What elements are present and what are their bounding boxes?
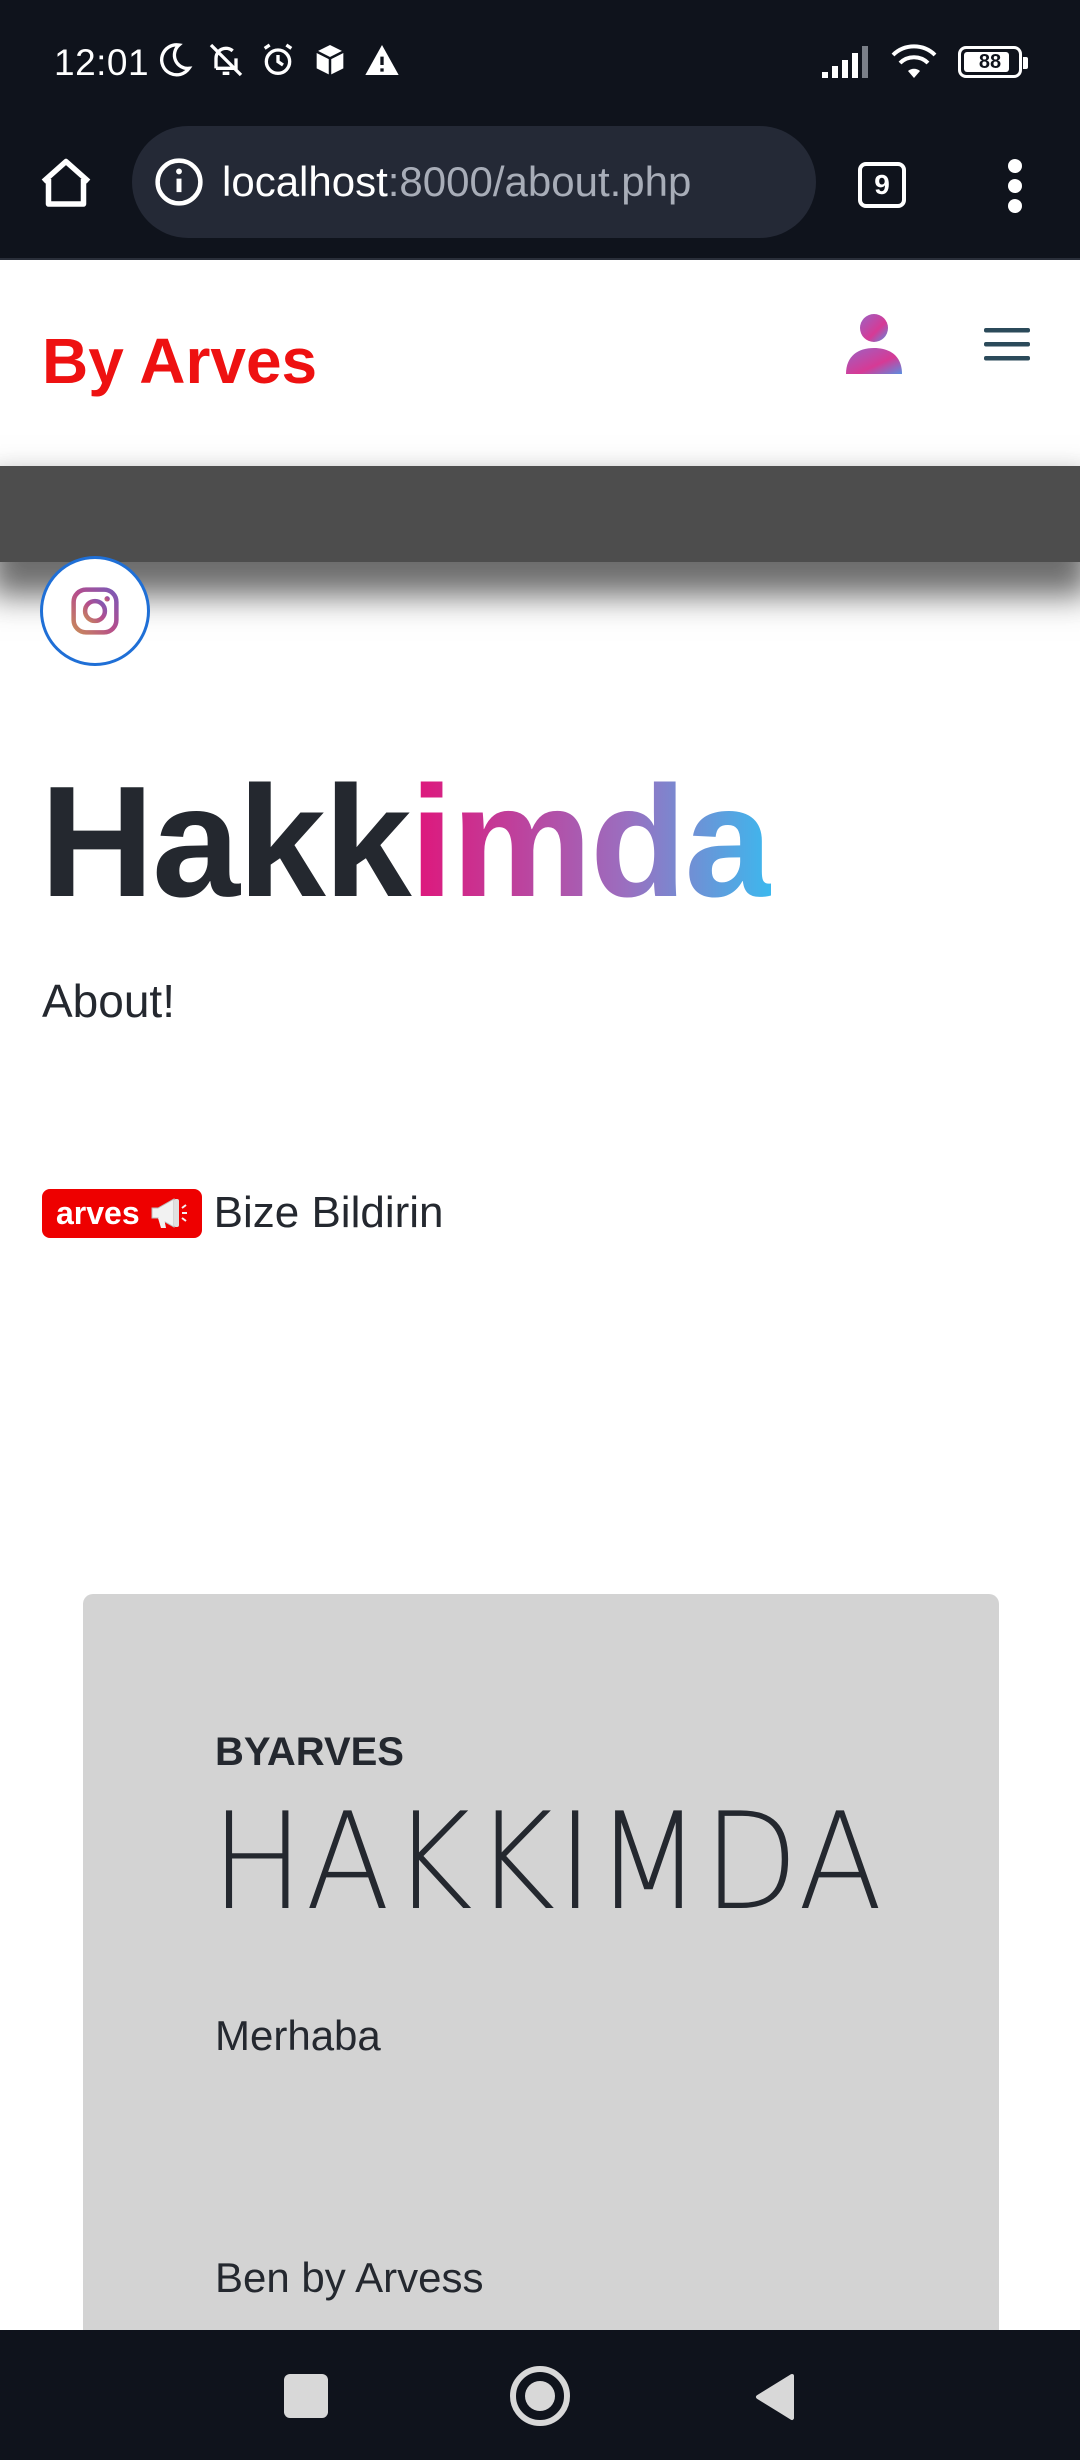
url-bar[interactable]: localhost:8000/about.php	[132, 126, 816, 238]
header-banner	[0, 466, 1080, 562]
badge-label: arves	[56, 1194, 140, 1231]
instagram-icon	[71, 587, 119, 635]
moon-icon	[159, 43, 193, 77]
page-title-accent: imda	[409, 754, 773, 930]
card-text-intro: Ben by Arvess	[215, 2254, 484, 2301]
battery-icon: 88	[958, 46, 1028, 78]
instagram-button[interactable]	[40, 556, 150, 666]
wifi-icon	[891, 44, 937, 78]
megaphone-icon	[151, 1198, 187, 1228]
notify-link[interactable]: arves Bize Bildirin	[42, 1188, 444, 1238]
more-options-icon[interactable]	[1000, 156, 1030, 216]
warning-icon	[365, 45, 399, 75]
browser-toolbar: localhost:8000/about.php 9	[0, 122, 1080, 260]
battery-level: 88	[978, 50, 1002, 73]
hamburger-menu-icon[interactable]	[982, 322, 1032, 366]
signal-icon	[822, 46, 868, 78]
bell-off-icon	[209, 43, 243, 77]
recents-button[interactable]	[284, 2374, 328, 2418]
status-icons-right: 88	[820, 44, 1028, 80]
alarm-icon	[263, 43, 293, 75]
tab-switcher-button[interactable]: 9	[858, 162, 906, 208]
site-header: By Arves	[0, 262, 1080, 468]
site-brand-link[interactable]: By Arves	[42, 324, 317, 398]
url-path: :8000/about.php	[387, 158, 692, 205]
home-icon[interactable]	[36, 154, 96, 214]
notify-text: Bize Bildirin	[213, 1188, 444, 1237]
page-title: Hakkimda	[40, 752, 773, 932]
status-bar: 12:01 88	[0, 0, 1080, 122]
user-icon[interactable]	[844, 312, 904, 376]
status-time: 12:01	[54, 42, 150, 83]
system-nav-bar	[0, 2330, 1080, 2460]
page-subtitle: About!	[42, 975, 175, 1027]
package-icon	[316, 45, 344, 75]
arves-badge[interactable]: arves	[42, 1188, 202, 1238]
back-icon[interactable]	[752, 2372, 796, 2422]
status-icons-left	[154, 40, 402, 80]
url-host: localhost	[222, 158, 388, 205]
url-text: localhost:8000/about.php	[222, 158, 691, 206]
info-icon[interactable]	[152, 155, 206, 209]
card-eyebrow: BYARVES	[215, 1730, 404, 1774]
card-text-greeting: Merhaba	[215, 2012, 381, 2059]
about-card: BYARVES HAKKIMDA Merhaba Ben by Arvess	[83, 1594, 999, 2354]
page-title-main: Hakk	[40, 754, 412, 930]
card-heading: HAKKIMDA	[211, 1784, 885, 1940]
home-nav-button[interactable]	[510, 2366, 570, 2426]
